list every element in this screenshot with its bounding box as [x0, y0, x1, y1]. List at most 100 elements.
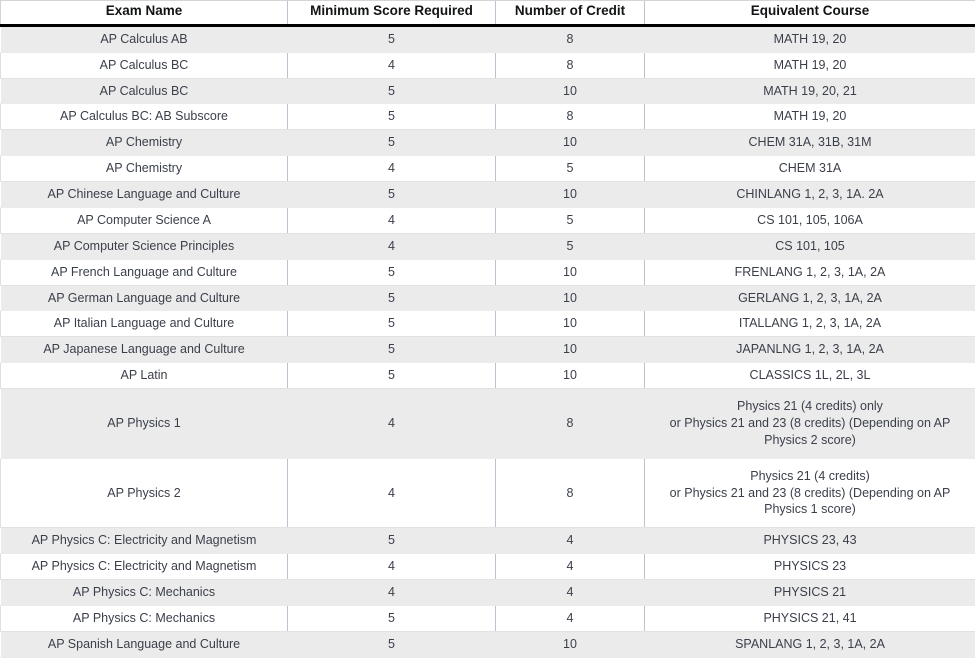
cell-exam: AP Spanish Language and Culture: [1, 631, 288, 657]
cell-credit: 10: [496, 363, 645, 389]
cell-course: CS 101, 105: [645, 233, 975, 259]
cell-course: PHYSICS 21: [645, 580, 975, 606]
cell-course: CHEM 31A: [645, 156, 975, 182]
column-header-exam-name: Exam Name: [1, 1, 288, 26]
table-row: AP Physics C: Mechanics44PHYSICS 21: [1, 580, 975, 606]
cell-course: SPANLANG 1, 2, 3, 1A, 2A: [645, 631, 975, 657]
table-row: AP German Language and Culture510GERLANG…: [1, 285, 975, 311]
cell-course: PHYSICS 21, 41: [645, 605, 975, 631]
table-row: AP Computer Science A45CS 101, 105, 106A: [1, 207, 975, 233]
cell-exam: AP Calculus BC: [1, 52, 288, 78]
cell-exam: AP Calculus AB: [1, 25, 288, 52]
table-row: AP Calculus BC48MATH 19, 20: [1, 52, 975, 78]
cell-score: 5: [288, 259, 496, 285]
cell-course: CS 101, 105, 106A: [645, 207, 975, 233]
cell-credit: 4: [496, 528, 645, 554]
cell-credit: 10: [496, 311, 645, 337]
table-row: AP Chemistry45CHEM 31A: [1, 156, 975, 182]
table-row: AP Chinese Language and Culture510CHINLA…: [1, 182, 975, 208]
cell-score: 4: [288, 389, 496, 459]
cell-credit: 5: [496, 156, 645, 182]
table-row: AP Physics C: Electricity and Magnetism4…: [1, 554, 975, 580]
cell-course: PHYSICS 23: [645, 554, 975, 580]
table-row: AP Calculus AB58MATH 19, 20: [1, 25, 975, 52]
table-row: AP Japanese Language and Culture510JAPAN…: [1, 337, 975, 363]
table-row: AP Computer Science Principles45CS 101, …: [1, 233, 975, 259]
cell-score: 5: [288, 25, 496, 52]
table-row: AP Spanish Language and Culture510SPANLA…: [1, 631, 975, 657]
cell-score: 4: [288, 156, 496, 182]
cell-credit: 10: [496, 182, 645, 208]
table-row: AP Chemistry510CHEM 31A, 31B, 31M: [1, 130, 975, 156]
table-row: AP Italian Language and Culture510ITALLA…: [1, 311, 975, 337]
cell-credit: 8: [496, 25, 645, 52]
cell-exam: AP Computer Science Principles: [1, 233, 288, 259]
cell-exam: AP French Language and Culture: [1, 259, 288, 285]
cell-exam: AP Chemistry: [1, 156, 288, 182]
table-row: AP Latin510CLASSICS 1L, 2L, 3L: [1, 363, 975, 389]
cell-course: PHYSICS 23, 43: [645, 528, 975, 554]
cell-score: 5: [288, 130, 496, 156]
cell-credit: 8: [496, 458, 645, 528]
table-row: AP Physics C: Electricity and Magnetism5…: [1, 528, 975, 554]
cell-score: 5: [288, 363, 496, 389]
cell-credit: 10: [496, 631, 645, 657]
column-header-equivalent-course: Equivalent Course: [645, 1, 975, 26]
cell-course: Physics 21 (4 credits)or Physics 21 and …: [645, 458, 975, 528]
cell-score: 5: [288, 528, 496, 554]
cell-exam: AP Italian Language and Culture: [1, 311, 288, 337]
cell-score: 4: [288, 207, 496, 233]
cell-course: ITALLANG 1, 2, 3, 1A, 2A: [645, 311, 975, 337]
table-row: AP Physics 248Physics 21 (4 credits)or P…: [1, 458, 975, 528]
column-header-minimum-score: Minimum Score Required: [288, 1, 496, 26]
cell-credit: 8: [496, 52, 645, 78]
table-row: AP Calculus BC510MATH 19, 20, 21: [1, 78, 975, 104]
cell-exam: AP Computer Science A: [1, 207, 288, 233]
cell-exam: AP Physics 1: [1, 389, 288, 459]
cell-credit: 4: [496, 580, 645, 606]
cell-score: 4: [288, 458, 496, 528]
cell-score: 5: [288, 104, 496, 130]
cell-credit: 10: [496, 285, 645, 311]
cell-exam: AP German Language and Culture: [1, 285, 288, 311]
cell-score: 4: [288, 52, 496, 78]
cell-credit: 4: [496, 554, 645, 580]
cell-exam: AP Physics C: Mechanics: [1, 580, 288, 606]
cell-course: MATH 19, 20: [645, 52, 975, 78]
cell-score: 5: [288, 337, 496, 363]
cell-score: 5: [288, 182, 496, 208]
cell-score: 5: [288, 285, 496, 311]
cell-course: GERLANG 1, 2, 3, 1A, 2A: [645, 285, 975, 311]
cell-score: 5: [288, 78, 496, 104]
cell-exam: AP Japanese Language and Culture: [1, 337, 288, 363]
cell-course: Physics 21 (4 credits) onlyor Physics 21…: [645, 389, 975, 459]
cell-credit: 10: [496, 337, 645, 363]
cell-credit: 8: [496, 104, 645, 130]
cell-credit: 5: [496, 233, 645, 259]
cell-score: 4: [288, 233, 496, 259]
cell-credit: 10: [496, 259, 645, 285]
cell-course: FRENLANG 1, 2, 3, 1A, 2A: [645, 259, 975, 285]
cell-course: JAPANLNG 1, 2, 3, 1A, 2A: [645, 337, 975, 363]
cell-course: CHINLANG 1, 2, 3, 1A. 2A: [645, 182, 975, 208]
cell-exam: AP Chemistry: [1, 130, 288, 156]
table-row: AP Physics 148Physics 21 (4 credits) onl…: [1, 389, 975, 459]
cell-exam: AP Chinese Language and Culture: [1, 182, 288, 208]
cell-score: 5: [288, 311, 496, 337]
cell-credit: 8: [496, 389, 645, 459]
table-header: Exam Name Minimum Score Required Number …: [1, 1, 975, 26]
table-row: AP French Language and Culture510FRENLAN…: [1, 259, 975, 285]
cell-credit: 10: [496, 130, 645, 156]
cell-course: MATH 19, 20: [645, 25, 975, 52]
table-row: AP Physics C: Mechanics54PHYSICS 21, 41: [1, 605, 975, 631]
cell-course: MATH 19, 20: [645, 104, 975, 130]
table-body: AP Calculus AB58MATH 19, 20AP Calculus B…: [1, 25, 975, 657]
cell-course: CLASSICS 1L, 2L, 3L: [645, 363, 975, 389]
cell-exam: AP Physics C: Mechanics: [1, 605, 288, 631]
cell-exam: AP Calculus BC: [1, 78, 288, 104]
cell-course: CHEM 31A, 31B, 31M: [645, 130, 975, 156]
ap-credit-table: Exam Name Minimum Score Required Number …: [0, 0, 975, 658]
cell-exam: AP Calculus BC: AB Subscore: [1, 104, 288, 130]
cell-score: 5: [288, 605, 496, 631]
cell-score: 4: [288, 554, 496, 580]
